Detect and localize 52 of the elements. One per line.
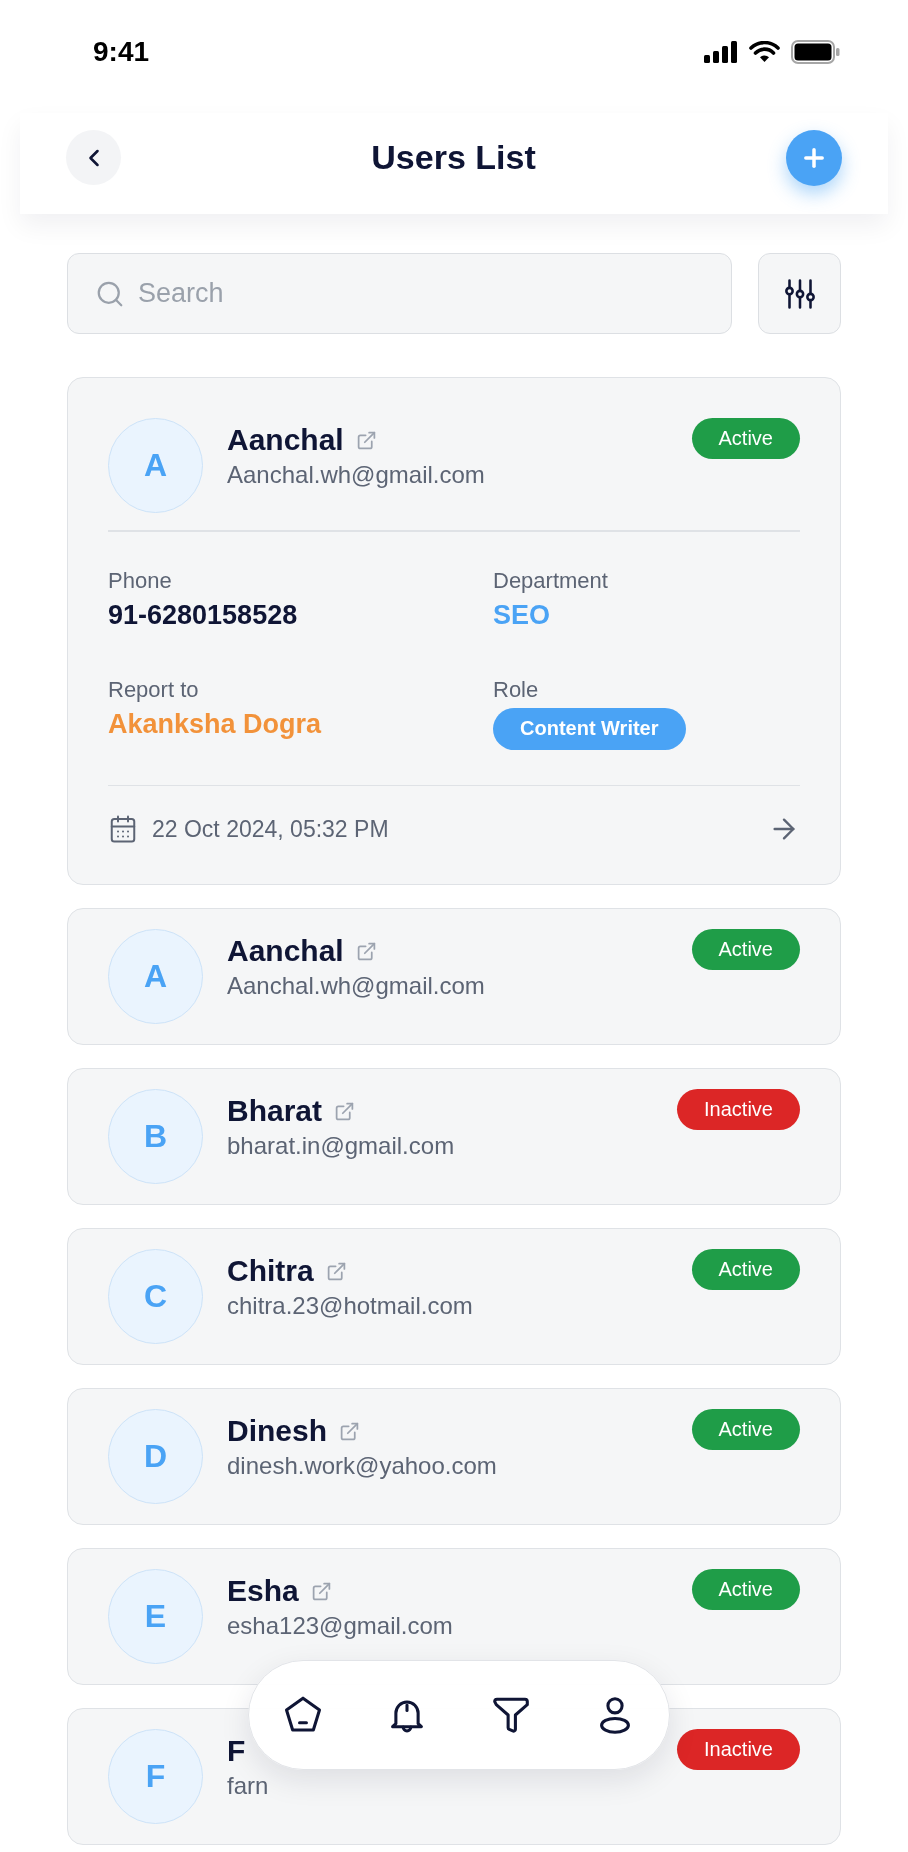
status-badge: Inactive (677, 1089, 800, 1130)
user-name: Aanchal (227, 933, 344, 969)
field-label: Role (493, 675, 539, 704)
field-value: SEO (493, 598, 551, 631)
role-chip: Content Writer (493, 707, 686, 750)
avatar: D (108, 1409, 203, 1504)
page-title: Users List (371, 138, 536, 177)
user-card[interactable]: A Aanchal Aanchal.wh@gmail.com Active (67, 908, 841, 1045)
user-email: dinesh.work@yahoo.com (227, 1451, 497, 1480)
user-card[interactable]: D Dinesh dinesh.work@yahoo.com Active (67, 1388, 841, 1525)
status-badge: Inactive (677, 1729, 800, 1770)
user-email: chitra.23@hotmail.com (227, 1291, 473, 1320)
user-card[interactable]: B Bharat bharat.in@gmail.com Inactive (67, 1068, 841, 1205)
status-badge: Active (691, 1569, 800, 1610)
field-value: Akanksha Dogra (108, 707, 322, 740)
user-name: Bharat (227, 1093, 323, 1129)
user-name: Aanchal (227, 422, 344, 458)
field-label: Department (493, 566, 608, 595)
user-email: bharat.in@gmail.com (227, 1131, 455, 1160)
signal-icon (704, 41, 738, 63)
search-field[interactable]: Search (67, 253, 732, 334)
user-name: Chitra (227, 1253, 314, 1289)
avatar: B (108, 1089, 203, 1184)
field-label: Report to (108, 675, 199, 704)
filter-button[interactable] (758, 253, 841, 334)
user-card[interactable]: A Aanchal Aanchal.wh@gmail.com Active Phone 91-6280158528 Department SEO Report to Akanksha Dogra Role Content Writer 22 Oct 2024, 05:32 PM (67, 377, 841, 885)
avatar: A (108, 418, 203, 513)
avatar: A (108, 929, 203, 1024)
avatar: F (108, 1729, 203, 1824)
date-text: 22 Oct 2024, 05:32 PM (152, 815, 390, 843)
user-card[interactable]: E Esha esha123@gmail.com Active (67, 1548, 841, 1685)
user-email: Aanchal.wh@gmail.com (227, 971, 485, 1000)
status-badge: Active (691, 1249, 800, 1290)
add-button[interactable] (786, 129, 842, 186)
field-label: Phone (108, 566, 172, 595)
status-badge: Active (691, 929, 800, 970)
calendar-icon (108, 814, 138, 844)
user-email: esha123@gmail.com (227, 1611, 453, 1640)
user-name: Dinesh (227, 1413, 328, 1449)
user-email: farn (227, 1771, 269, 1800)
status-badge: Active (691, 418, 800, 459)
status-time: 9:41 (93, 36, 150, 68)
status-badge: Active (691, 1409, 800, 1450)
user-email: Aanchal.wh@gmail.com (227, 460, 485, 489)
wifi-icon (749, 41, 780, 63)
user-name: F (227, 1733, 246, 1769)
battery-icon (791, 40, 840, 64)
avatar: C (108, 1249, 203, 1344)
avatar: E (108, 1569, 203, 1664)
user-name: Esha (227, 1573, 299, 1609)
user-card[interactable]: C Chitra chitra.23@hotmail.com Active (67, 1228, 841, 1365)
field-value: 91-6280158528 (108, 598, 298, 631)
